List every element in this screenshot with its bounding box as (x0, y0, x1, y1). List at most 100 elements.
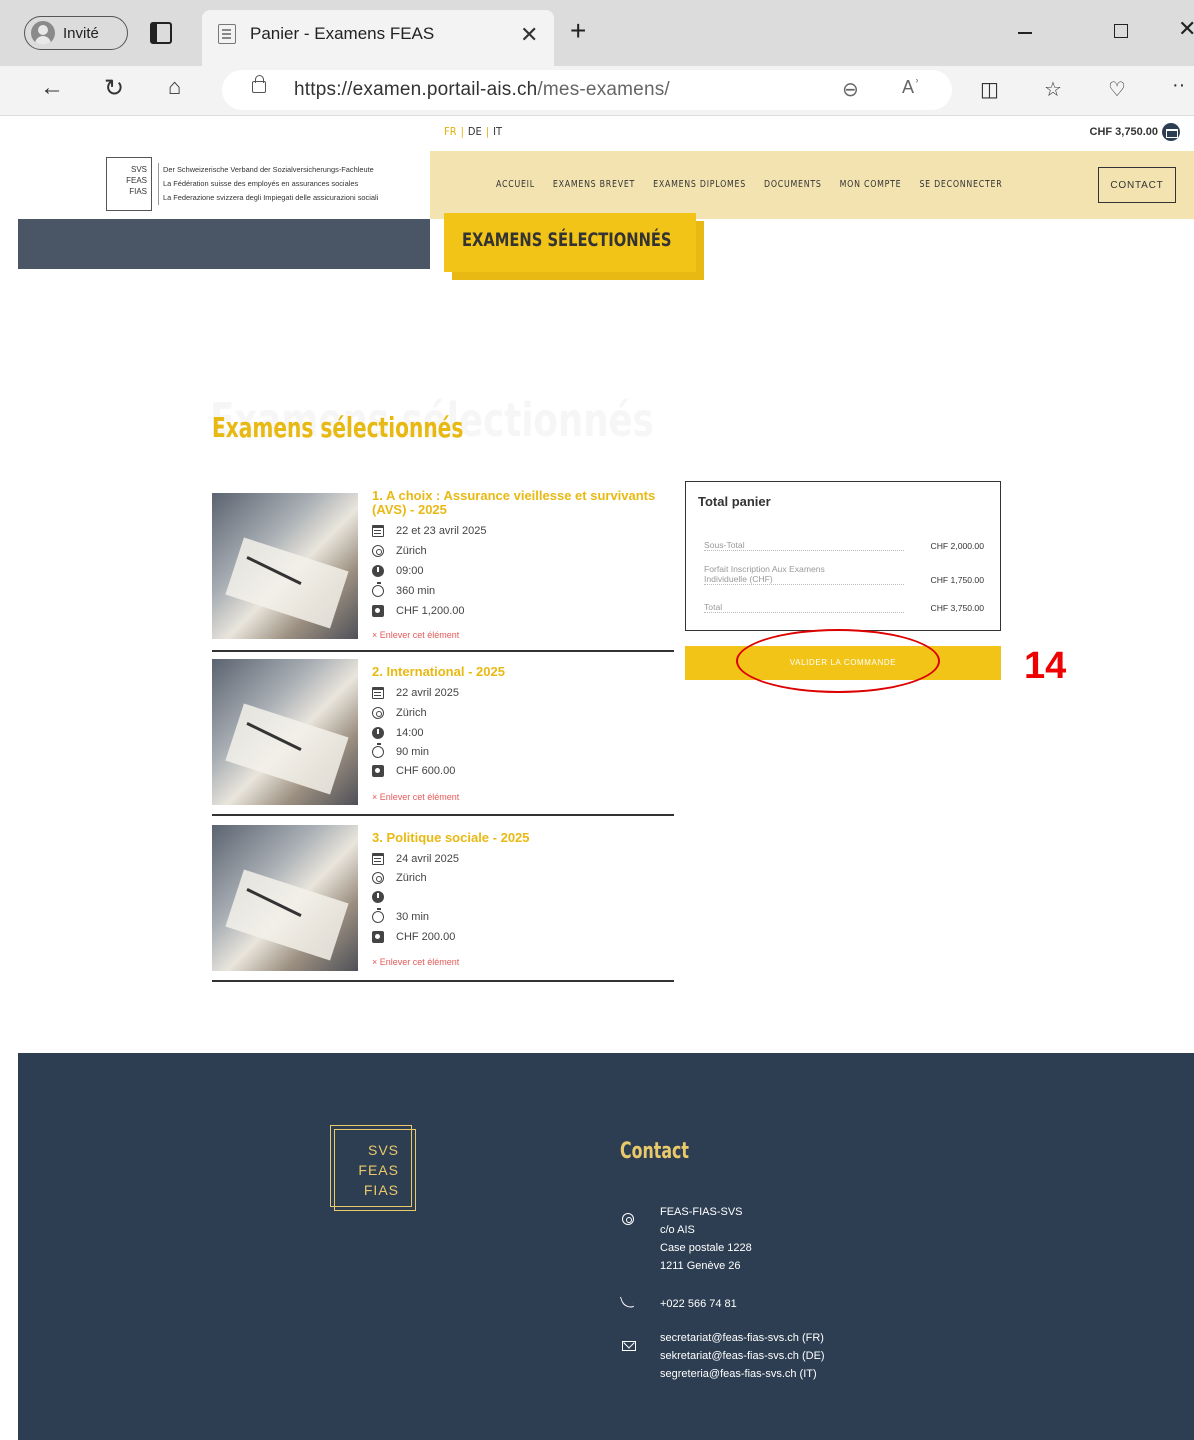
maximize-icon[interactable] (1114, 24, 1128, 38)
hero-bar (18, 219, 430, 269)
annotation-number: 14 (1024, 645, 1067, 687)
item-time: 14:00 (372, 727, 424, 739)
section-heading: Examens sélectionnés (212, 411, 464, 444)
lang-it[interactable]: IT (493, 125, 502, 138)
address-bar: ← ↻ ⌂ https://examen.portail-ais.ch/mes-… (0, 66, 1194, 116)
refresh-icon[interactable]: ↻ (104, 74, 124, 103)
calendar-icon (372, 853, 384, 865)
item-title[interactable]: 3. Politique sociale - 2025 (372, 831, 672, 845)
browser-tab-bar: Invité Panier - Examens FEAS ✕ + ✕ (0, 0, 1194, 66)
timer-icon (372, 908, 384, 923)
item-date: 22 et 23 avril 2025 (372, 525, 487, 537)
url-field[interactable]: https://examen.portail-ais.ch/mes-examen… (222, 70, 952, 110)
money-icon (372, 605, 384, 617)
email-de[interactable]: sekretariat@feas-fias-svs.ch (DE) (660, 1347, 825, 1365)
split-screen-icon[interactable]: ◫ (980, 77, 999, 102)
header-cart[interactable]: CHF 3,750.00 (1090, 123, 1180, 141)
nav-mon-compte[interactable]: MON COMPTE (840, 179, 902, 190)
item-divider (212, 650, 674, 652)
site-logo[interactable]: SVS FEAS FIAS Der Schweizerische Verband… (106, 157, 378, 211)
footer: SVS FEAS FIAS Contact FEAS-FIAS-SVS c/o … (18, 1053, 1194, 1440)
read-aloud-icon[interactable]: A͏ʾ (902, 77, 920, 98)
clock-icon (372, 727, 384, 739)
subtotal-row: Sous-Total CHF 2,000.00 (704, 540, 984, 551)
close-tab-icon[interactable]: ✕ (520, 22, 538, 48)
exam-thumbnail (212, 825, 358, 971)
item-location: Zürich (372, 707, 427, 719)
header-cart-total: CHF 3,750.00 (1089, 126, 1158, 138)
tab-title: Panier - Examens FEAS (250, 24, 435, 43)
window-close-icon[interactable]: ✕ (1178, 16, 1194, 42)
clock-icon (372, 565, 384, 577)
nav-examens-brevet[interactable]: EXAMENS BREVET (553, 179, 635, 190)
favorites-icon[interactable]: ☆ (1044, 77, 1062, 102)
item-divider (212, 814, 674, 816)
language-switcher: FR | DE | IT (444, 125, 503, 138)
page-title-box: EXAMENS SÉLECTIONNÉS (444, 213, 696, 272)
minimize-icon[interactable] (1018, 32, 1032, 34)
item-price: CHF 200.00 (372, 931, 455, 943)
item-location: Zürich (372, 545, 427, 557)
clock-icon (372, 891, 384, 903)
nav-documents[interactable]: DOCUMENTS (764, 179, 822, 190)
zoom-out-icon[interactable]: ⊖ (842, 77, 859, 102)
remove-item-link[interactable]: × Enlever cet élément (372, 630, 459, 640)
item-title[interactable]: 1. A choix : Assurance vieillesse et sur… (372, 489, 672, 517)
profile-label: Invité (63, 24, 99, 42)
nav-se-deconnecter[interactable]: SE DECONNECTER (919, 179, 1002, 190)
page-favicon-icon (218, 24, 236, 44)
main-nav: ACCUEIL EXAMENS BREVET EXAMENS DIPLOMES … (430, 151, 1194, 219)
item-duration: 30 min (372, 908, 429, 923)
location-icon (372, 707, 384, 719)
nav-examens-diplomes[interactable]: EXAMENS DIPLOMES (653, 179, 746, 190)
more-menu-icon[interactable]: ·· (1172, 74, 1185, 97)
logo-mark: SVS FEAS FIAS (106, 157, 152, 211)
page-title: EXAMENS SÉLECTIONNÉS (462, 229, 672, 251)
lang-fr[interactable]: FR (444, 125, 457, 138)
calendar-icon (372, 687, 384, 699)
location-icon (372, 545, 384, 557)
footer-address: FEAS-FIAS-SVS c/o AIS Case postale 1228 … (660, 1206, 752, 1272)
email-it[interactable]: segreteria@feas-fias-svs.ch (IT) (660, 1365, 825, 1383)
item-duration: 360 min (372, 582, 435, 597)
tab-actions-icon[interactable] (150, 22, 172, 44)
profile-button[interactable]: Invité (24, 16, 128, 50)
logo-tagline: Der Schweizerische Verband der Sozialver… (158, 163, 378, 205)
footer-phone[interactable]: +022 566 74 81 (660, 1295, 737, 1313)
phone-icon (619, 1293, 635, 1311)
timer-icon (372, 582, 384, 597)
item-date: 22 avril 2025 (372, 687, 459, 699)
footer-logo[interactable]: SVS FEAS FIAS (330, 1125, 412, 1207)
item-date: 24 avril 2025 (372, 853, 459, 865)
item-title[interactable]: 2. International - 2025 (372, 665, 672, 679)
cart-summary-title: Total panier (698, 494, 771, 509)
calendar-icon (372, 525, 384, 537)
remove-item-link[interactable]: × Enlever cet élément (372, 792, 459, 802)
back-arrow-icon[interactable]: ← (40, 74, 64, 102)
location-icon (622, 1213, 634, 1225)
nav-accueil[interactable]: ACCUEIL (496, 179, 535, 190)
lock-icon[interactable] (252, 75, 266, 93)
item-time: 09:00 (372, 565, 424, 577)
home-icon[interactable]: ⌂ (168, 74, 181, 100)
browser-tab-active[interactable]: Panier - Examens FEAS ✕ (202, 10, 554, 66)
money-icon (372, 765, 384, 777)
exam-thumbnail (212, 659, 358, 805)
cart-summary: Total panier Sous-Total CHF 2,000.00 Forf… (685, 481, 1001, 631)
contact-button[interactable]: CONTACT (1098, 167, 1176, 203)
new-tab-icon[interactable]: + (570, 17, 586, 45)
exam-thumbnail (212, 493, 358, 639)
page: FR | DE | IT CHF 3,750.00 SVS FEAS FIAS Der … (18, 117, 1194, 1440)
profile-avatar-icon (31, 21, 55, 45)
item-time (372, 891, 396, 903)
location-icon (372, 872, 384, 884)
fee-row: Forfait Inscription Aux Examens Individu… (704, 564, 984, 585)
email-fr[interactable]: secretariat@feas-fias-svs.ch (FR) (660, 1329, 825, 1347)
item-duration: 90 min (372, 743, 429, 758)
browser-essentials-icon[interactable]: ♡ (1108, 77, 1126, 102)
remove-item-link[interactable]: × Enlever cet élément (372, 957, 459, 967)
item-divider (212, 980, 674, 982)
item-price: CHF 1,200.00 (372, 605, 464, 617)
mail-icon (622, 1341, 636, 1351)
lang-de[interactable]: DE (468, 125, 482, 138)
